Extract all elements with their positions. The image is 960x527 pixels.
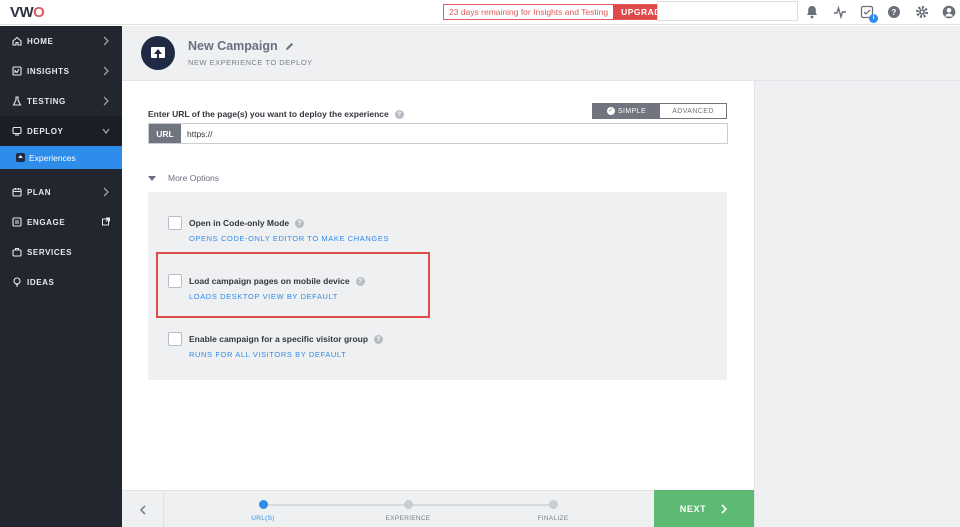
url-input[interactable] [181, 124, 727, 143]
url-field-label: Enter URL of the page(s) you want to dep… [148, 109, 404, 120]
checklist-icon[interactable]: i [860, 5, 878, 23]
chevron-right-icon [103, 66, 109, 76]
vwo-logo[interactable]: VWO [10, 4, 45, 21]
engage-icon [12, 217, 22, 227]
chevron-right-icon [103, 187, 109, 197]
step-finalize[interactable]: FINALIZE [513, 500, 593, 522]
step-label: EXPERIENCE [385, 515, 431, 522]
sidebar: HOME INSIGHTS TESTING DEPLOY Experiences… [0, 26, 122, 527]
url-input-group: URL [148, 123, 728, 144]
right-panel [754, 81, 960, 527]
flask-icon [12, 96, 22, 106]
sidebar-item-label: HOME [27, 36, 54, 46]
gear-icon[interactable] [915, 5, 929, 19]
visitor-group-checkbox[interactable] [168, 332, 182, 346]
campaign-type-icon [141, 36, 175, 70]
sidebar-item-label: INSIGHTS [27, 66, 70, 76]
campaign-header: New Campaign NEW EXPERIENCE TO DEPLOY [122, 26, 960, 81]
url-prefix-label: URL [149, 124, 181, 143]
step-experience[interactable]: EXPERIENCE [368, 500, 448, 522]
briefcase-icon [12, 247, 22, 257]
sidebar-item-testing[interactable]: TESTING [0, 86, 122, 116]
step-dot [548, 500, 558, 509]
chevron-down-icon [102, 128, 110, 135]
sidebar-item-engage[interactable]: ENGAGE [0, 207, 122, 237]
chevron-left-icon [139, 505, 145, 514]
chevron-right-icon [721, 503, 728, 514]
caret-down-icon [148, 175, 156, 181]
sidebar-subitem-experiences[interactable]: Experiences [0, 146, 122, 169]
edit-pencil-icon[interactable] [285, 42, 294, 51]
check-circle-icon: ✓ [606, 107, 615, 115]
next-button[interactable]: NEXT [654, 490, 754, 527]
mode-advanced-button[interactable]: ADVANCED [660, 104, 726, 118]
deploy-icon [12, 126, 22, 136]
option-title: Enable campaign for a specific visitor g… [189, 334, 384, 345]
sidebar-item-label: PLAN [27, 187, 52, 197]
page-subtitle: NEW EXPERIENCE TO DEPLOY [188, 58, 313, 67]
help-icon[interactable]: ? [887, 5, 901, 19]
mode-simple-button[interactable]: ✓ SIMPLE [593, 104, 660, 118]
sidebar-item-label: DEPLOY [27, 126, 64, 136]
home-icon [12, 36, 22, 46]
svg-text:?: ? [892, 8, 897, 17]
wizard-steps: URL(S) EXPERIENCE FINALIZE [164, 491, 654, 527]
sidebar-item-ideas[interactable]: IDEAS [0, 267, 122, 297]
top-bar: VWO 23 days remaining for Insights and T… [0, 0, 960, 25]
external-link-icon [102, 217, 110, 226]
option-description[interactable]: RUNS FOR ALL VISITORS BY DEFAULT [189, 350, 346, 359]
chevron-right-icon [103, 36, 109, 46]
experiences-icon [16, 153, 25, 162]
sidebar-item-label: SERVICES [27, 247, 73, 257]
sidebar-item-deploy[interactable]: DEPLOY [0, 116, 122, 146]
code-only-checkbox[interactable] [168, 216, 182, 230]
activity-icon[interactable] [833, 5, 847, 20]
checklist-badge: i [869, 14, 878, 23]
chevron-right-icon [103, 96, 109, 106]
trial-message: 23 days remaining for Insights and Testi… [449, 7, 609, 17]
help-icon[interactable]: ? [374, 335, 384, 345]
option-description[interactable]: OPENS CODE-ONLY EDITOR TO MAKE CHANGES [189, 234, 389, 243]
trial-banner: 23 days remaining for Insights and Testi… [443, 4, 677, 20]
sidebar-item-plan[interactable]: PLAN [0, 177, 122, 207]
back-button[interactable] [122, 491, 164, 527]
step-label: FINALIZE [537, 515, 569, 522]
step-dot [403, 500, 413, 509]
step-label: URL(S) [251, 515, 275, 522]
option-title: Open in Code-only Mode? [189, 218, 305, 229]
sidebar-item-label: IDEAS [27, 277, 55, 287]
highlight-annotation-box [156, 252, 430, 318]
step-dot [258, 500, 268, 509]
main-content: Enter URL of the page(s) you want to dep… [122, 81, 754, 488]
user-icon[interactable] [942, 5, 956, 19]
mode-toggle: ✓ SIMPLE ADVANCED [592, 103, 727, 119]
calendar-icon [12, 187, 22, 197]
insights-icon [12, 66, 22, 76]
sidebar-item-insights[interactable]: INSIGHTS [0, 56, 122, 86]
sidebar-item-home[interactable]: HOME [0, 26, 122, 56]
sidebar-item-services[interactable]: SERVICES [0, 237, 122, 267]
help-icon[interactable]: ? [394, 110, 404, 120]
bell-icon[interactable] [805, 5, 819, 19]
top-search-box[interactable] [657, 1, 798, 21]
step-urls[interactable]: URL(S) [223, 500, 303, 522]
more-options-toggle[interactable]: More Options [148, 173, 219, 183]
sidebar-subitem-label: Experiences [29, 152, 76, 163]
sidebar-item-label: TESTING [27, 96, 66, 106]
bulb-icon [12, 277, 22, 287]
sidebar-item-label: ENGAGE [27, 217, 66, 227]
page-title: New Campaign [188, 39, 294, 53]
help-icon[interactable]: ? [295, 219, 305, 229]
